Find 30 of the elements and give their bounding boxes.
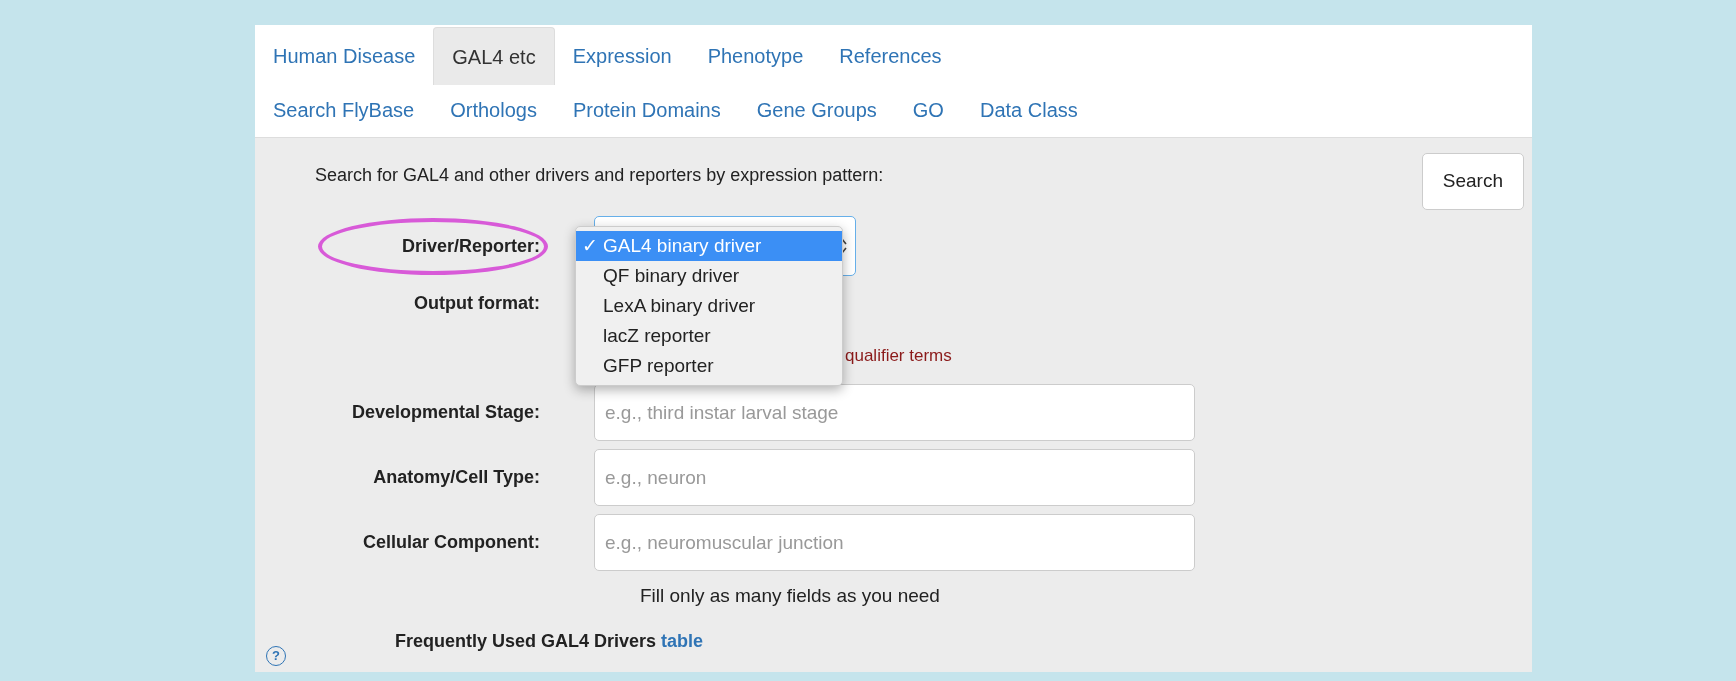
dropdown-option[interactable]: GFP reporter (576, 351, 842, 381)
tab[interactable]: Expression (554, 27, 690, 85)
table-link[interactable]: table (661, 630, 704, 651)
tab[interactable]: GAL4 etc (433, 27, 555, 85)
tab[interactable]: Protein Domains (554, 85, 739, 135)
tab[interactable]: Orthologs (432, 85, 555, 135)
tab[interactable]: Phenotype (689, 27, 822, 85)
tab[interactable]: Gene Groups (738, 85, 895, 135)
qualifier-note: qualifier terms (845, 345, 952, 368)
frequently-used-text: Frequently Used GAL4 Drivers table (395, 629, 704, 653)
field-label: Developmental Stage: (351, 401, 540, 424)
hint-text: Fill only as many fields as you need (640, 583, 940, 608)
dropdown-option[interactable]: QF binary driver (576, 261, 842, 291)
dropdown-option[interactable]: ✓ GAL4 binary driver (576, 231, 842, 261)
tab[interactable]: Search FlyBase (255, 85, 433, 135)
search-button[interactable]: Search (1421, 153, 1524, 210)
field-label: Output format: (414, 292, 540, 315)
tab[interactable]: GO (894, 85, 962, 135)
circled-field-label: Driver/Reporter: (317, 217, 548, 275)
intro-text: Search for GAL4 and other drivers and reporters by expression pattern: (315, 164, 884, 187)
dropdown-option[interactable]: lacZ reporter (576, 321, 842, 351)
dropdown-option[interactable]: LexA binary driver (576, 291, 842, 321)
input-field[interactable]: e.g., neuromuscular junction (594, 514, 1195, 571)
input-field[interactable]: e.g., neuron (594, 449, 1195, 506)
field-label: Anatomy/Cell Type: (373, 466, 540, 489)
tab[interactable]: Data Class (961, 85, 1096, 135)
tab[interactable]: Human Disease (255, 27, 434, 85)
field-label: Cellular Component: (363, 531, 540, 554)
tab[interactable]: References (821, 27, 960, 85)
input-field[interactable]: e.g., third instar larval stage (594, 384, 1195, 441)
